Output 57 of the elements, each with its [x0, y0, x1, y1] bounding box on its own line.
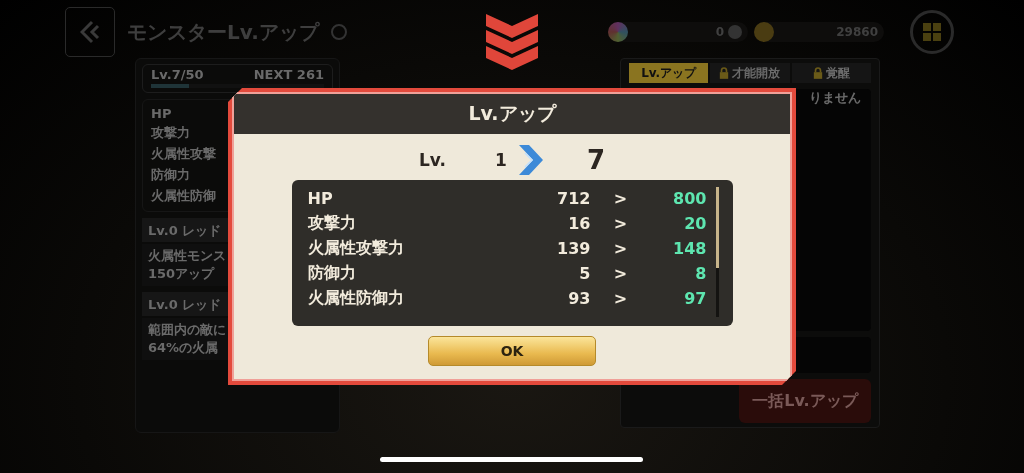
back-button[interactable]: [65, 7, 115, 57]
home-indicator[interactable]: [380, 457, 643, 462]
arrow-text: >: [612, 189, 629, 208]
chevron-down-icon: [486, 14, 538, 70]
tab[interactable]: 覚醒: [791, 63, 871, 83]
empty-message: りません: [809, 89, 861, 107]
lock-icon: [719, 67, 730, 79]
old-value: 139: [556, 239, 591, 258]
plus-icon[interactable]: [728, 25, 742, 39]
level-text: Lv.7/50: [151, 67, 204, 82]
new-value: 97: [683, 289, 707, 308]
stat-label: HP: [151, 106, 172, 121]
menu-button[interactable]: [910, 10, 954, 54]
stat-name: HP: [307, 189, 334, 208]
stat-label: 防御力: [151, 166, 190, 184]
back-icon: [80, 20, 100, 44]
bulk-level-up-button[interactable]: 一括Lv.アップ: [739, 379, 871, 423]
stat-name: 防御力: [307, 263, 357, 284]
ok-button[interactable]: OK: [428, 336, 596, 366]
old-value: 16: [567, 214, 591, 233]
arrow-text: >: [612, 239, 629, 258]
arrow-text: >: [612, 264, 629, 283]
stat-label: 火属性攻撃: [151, 145, 216, 163]
stat-name: 火属性攻撃力: [307, 238, 405, 259]
next-exp-text: NEXT 261: [253, 67, 324, 82]
stat-name: 火属性防御力: [307, 288, 405, 309]
old-value: 93: [567, 289, 591, 308]
skill-text: 範囲内の敵に: [148, 321, 226, 339]
stat-label: 火属性防御: [151, 187, 216, 205]
new-level: 7: [586, 145, 606, 175]
skill-text: 64%の火属: [148, 339, 219, 357]
lock-icon: [812, 67, 823, 79]
dialog-title: Lv.アップ: [234, 94, 790, 134]
new-value: 148: [672, 239, 707, 258]
new-value: 800: [672, 189, 707, 208]
stat-label: 攻撃力: [151, 124, 190, 142]
skill-title: Lv.0 レッド: [148, 223, 222, 238]
tab[interactable]: Lv.アップ: [629, 63, 709, 83]
tab[interactable]: 才能開放: [710, 63, 790, 83]
coin-icon: [754, 22, 774, 42]
new-value: 20: [683, 214, 707, 233]
level-label: Lv.: [418, 150, 447, 170]
stat-name: 攻撃力: [307, 213, 357, 234]
new-value: 8: [694, 264, 707, 283]
old-value: 712: [556, 189, 591, 208]
chevron-right-icon: [518, 145, 543, 175]
arrow-text: >: [612, 289, 629, 308]
screen-title: モンスターLv.アップ: [127, 18, 319, 46]
old-level: 1: [494, 150, 508, 170]
scrollbar[interactable]: [715, 187, 719, 317]
arrow-text: >: [612, 214, 629, 233]
skill-title: Lv.0 レッド: [148, 297, 222, 312]
gem-icon: [608, 22, 628, 42]
help-icon[interactable]: [330, 24, 347, 40]
skill-text: 火属性モンス: [148, 247, 226, 265]
old-value: 5: [578, 264, 591, 283]
skill-text: 150アップ: [148, 265, 215, 283]
